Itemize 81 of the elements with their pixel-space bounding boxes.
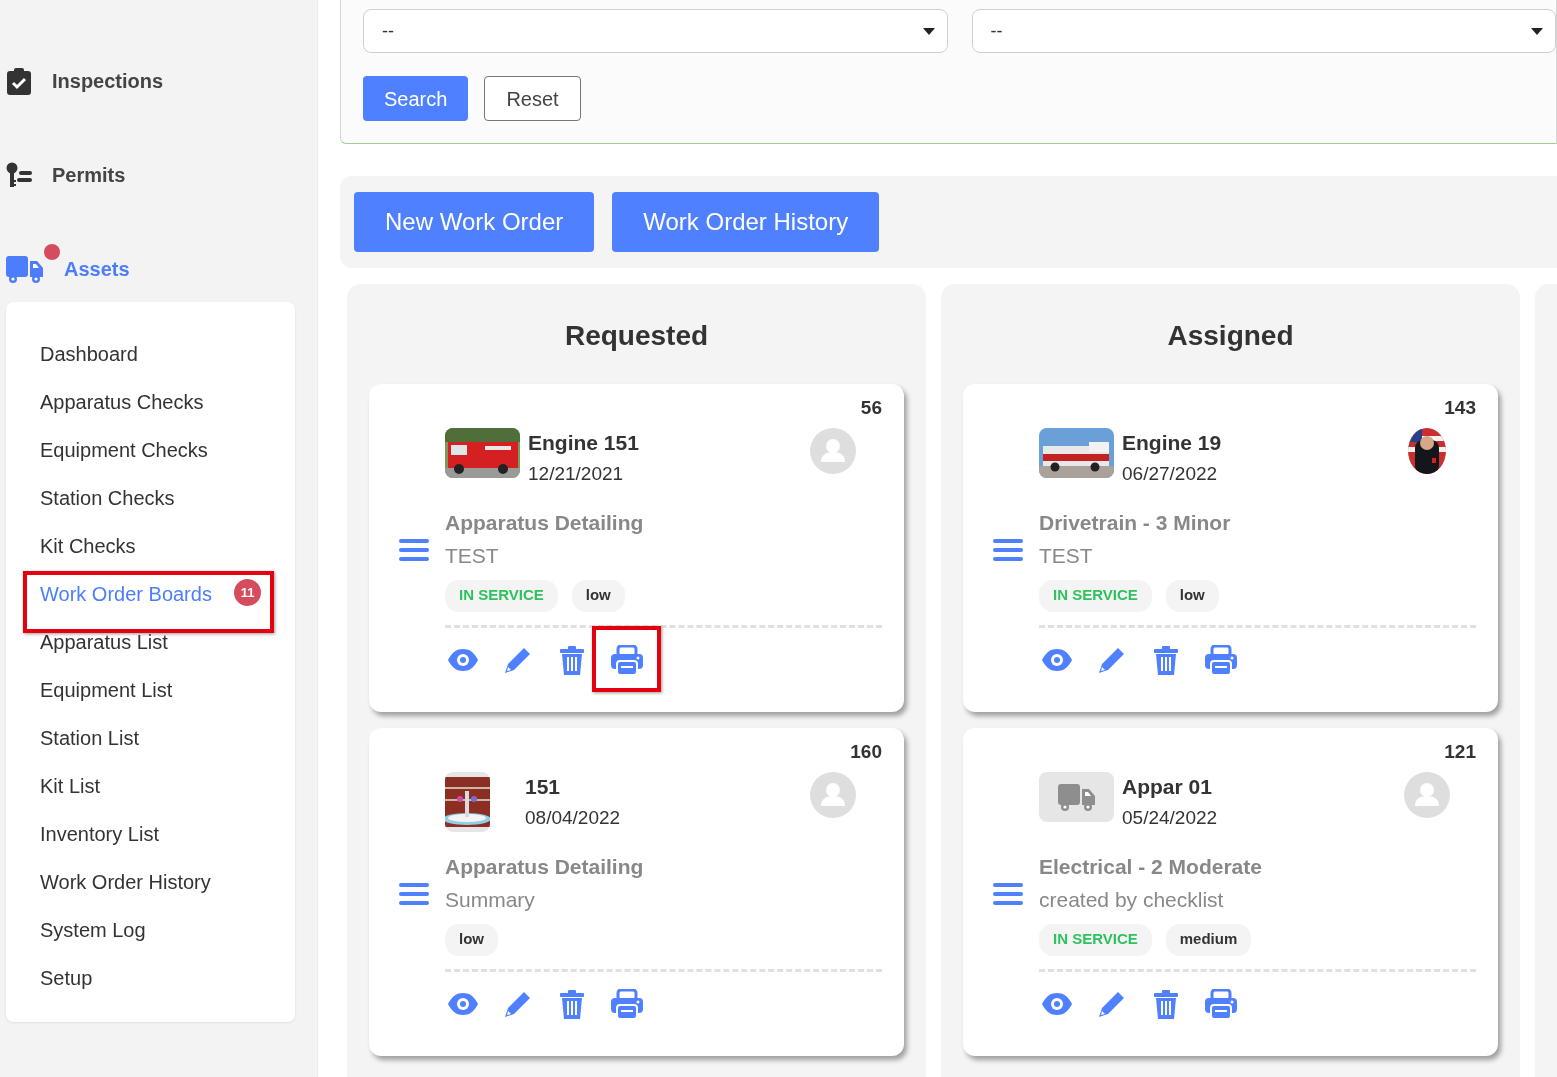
truck-icon <box>6 255 44 283</box>
caret-icon <box>922 27 935 35</box>
toolbar-button[interactable]: New Work Order <box>354 192 595 252</box>
view-icon[interactable] <box>448 993 479 1015</box>
search-button[interactable]: Search <box>363 76 469 121</box>
asset-name: Engine 151 <box>528 430 639 456</box>
priority-tag: low <box>1165 580 1219 612</box>
user-icon <box>1404 772 1450 818</box>
caret-icon <box>1531 27 1543 35</box>
date-text: 08/04/2022 <box>525 806 621 830</box>
view-icon[interactable] <box>1042 649 1073 671</box>
order-number: 56 <box>860 396 882 418</box>
column-title: Assigned <box>1166 319 1295 353</box>
submenu-item[interactable]: Station List <box>6 718 139 766</box>
nav-section[interactable]: Permits <box>6 128 317 222</box>
description-text: Summary <box>445 887 536 913</box>
date-text: 05/24/2022 <box>1122 806 1218 830</box>
printer-icon[interactable] <box>610 644 643 676</box>
status-tag: IN SERVICE <box>1039 924 1152 956</box>
submenu-item[interactable]: System Log <box>6 910 146 958</box>
printer-icon[interactable] <box>1204 644 1237 676</box>
submenu-item[interactable]: Equipment Checks <box>6 430 208 478</box>
user-icon <box>810 772 856 818</box>
category-text: Apparatus Detailing <box>445 510 644 536</box>
status-tag: IN SERVICE <box>445 580 558 612</box>
submenu-item[interactable]: Setup <box>6 958 93 1006</box>
submenu-item[interactable]: Apparatus List <box>6 622 168 670</box>
submenu-item[interactable]: Work Order History <box>6 862 211 910</box>
view-icon[interactable] <box>448 649 479 671</box>
view-icon[interactable] <box>1042 993 1073 1015</box>
category-text: Drivetrain - 3 Minor <box>1039 510 1231 536</box>
submenu-item[interactable]: Work Order Boards <box>6 574 212 622</box>
select-field[interactable]: -- <box>363 9 948 53</box>
description-text: TEST <box>1039 543 1094 569</box>
priority-tag: low <box>571 580 625 612</box>
menu-icon[interactable] <box>399 538 429 562</box>
printer-icon[interactable] <box>1204 988 1237 1020</box>
category-text: Apparatus Detailing <box>445 854 644 880</box>
trash-icon[interactable] <box>1153 989 1180 1019</box>
status-tag: IN SERVICE <box>1039 580 1152 612</box>
truck-icon <box>1057 783 1096 811</box>
pencil-icon[interactable] <box>503 646 532 674</box>
user-icon <box>810 428 856 474</box>
category-text: Electrical - 2 Moderate <box>1039 854 1262 880</box>
pencil-icon[interactable] <box>1097 990 1126 1018</box>
column-title: Requested <box>563 319 710 353</box>
date-text: 06/27/2022 <box>1122 462 1219 486</box>
submenu-item[interactable]: Dashboard <box>6 334 138 382</box>
submenu-item[interactable]: Inventory List <box>6 814 159 862</box>
select-field[interactable]: -- <box>971 9 1556 53</box>
trash-icon[interactable] <box>1153 645 1180 675</box>
date-text: 12/21/2021 <box>528 462 625 486</box>
trash-icon[interactable] <box>559 989 586 1019</box>
nav-section[interactable]: Inspections <box>6 34 317 128</box>
order-number: 143 <box>1444 396 1476 418</box>
submenu-item[interactable]: Kit Checks <box>6 526 136 574</box>
priority-tag: medium <box>1165 924 1252 956</box>
description-text: TEST <box>445 543 500 569</box>
toolbar-button[interactable]: Work Order History <box>612 192 880 252</box>
pencil-icon[interactable] <box>1097 646 1126 674</box>
clipboard-check-icon <box>6 67 32 95</box>
description-text: created by checklist <box>1039 887 1225 913</box>
order-number: 160 <box>850 740 882 762</box>
order-number: 121 <box>1444 740 1476 762</box>
trash-icon[interactable] <box>559 645 586 675</box>
key-icon <box>6 161 34 189</box>
menu-icon[interactable] <box>993 538 1023 562</box>
reset-button[interactable]: Reset <box>484 76 581 121</box>
pencil-icon[interactable] <box>503 990 532 1018</box>
submenu-item[interactable]: Equipment List <box>6 670 173 718</box>
priority-tag: low <box>445 924 498 956</box>
asset-name: 151 <box>525 774 562 800</box>
asset-name: Engine 19 <box>1122 430 1222 456</box>
submenu-item[interactable]: Apparatus Checks <box>6 382 204 430</box>
submenu-item[interactable]: Kit List <box>6 766 101 814</box>
submenu-item[interactable]: Station Checks <box>6 478 175 526</box>
printer-icon[interactable] <box>610 988 643 1020</box>
menu-icon[interactable] <box>399 882 429 906</box>
count-badge: 11 <box>234 579 261 606</box>
menu-icon[interactable] <box>993 882 1023 906</box>
asset-name: Appar 01 <box>1122 774 1213 800</box>
